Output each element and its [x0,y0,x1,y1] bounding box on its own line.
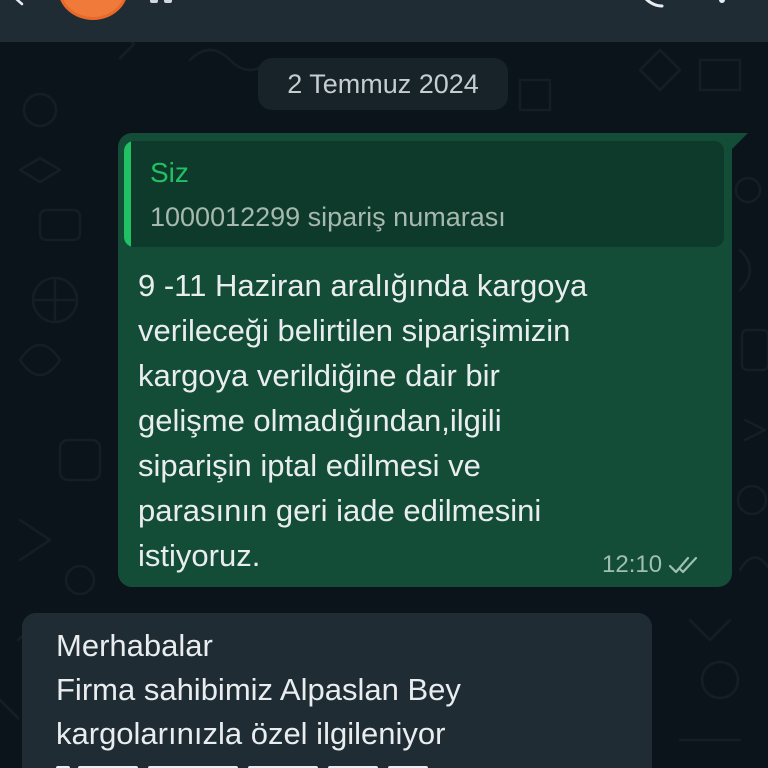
bubble-tail [728,133,748,153]
message-line: parasının geri iade edilmesini [138,493,542,528]
message-line: gelişme olmadığından,ilgili [138,403,502,438]
message-line: siparişin iptal edilmesi ve [138,448,481,483]
avatar[interactable] [58,0,128,20]
quote-author: Siz [150,157,189,188]
more-vert-icon[interactable] [712,0,732,8]
message-line: verileceği belirtilen siparişimizin [138,313,571,348]
arrow-left-icon[interactable] [8,0,30,8]
date-chip: 2 Temmuz 2024 [258,58,508,110]
quote-text: 1000012299 sipariş numarası [150,202,506,232]
contact-name-fragment[interactable] [150,0,180,4]
clipped-text-line [56,766,428,768]
message-meta: 12:10 [602,550,702,580]
message-line: kargoya verildiğine dair bir [138,358,500,393]
message-line: Merhabalar [56,628,213,663]
quoted-message[interactable]: Siz 1000012299 sipariş numarası [124,141,724,247]
outgoing-message-text: 9 -11 Haziran aralığında kargoya verilec… [138,263,698,578]
message-line: kargolarınızla özel ilgileniyor [56,716,446,751]
message-line: 9 -11 Haziran aralığında kargoya [138,268,588,303]
double-check-icon [668,556,698,574]
message-time: 12:10 [602,551,663,578]
message-line: Firma sahibimiz Alpaslan Bey [56,672,461,707]
phone-icon[interactable] [636,0,666,10]
chat-screen: 2 Temmuz 2024 Siz 1000012299 sipariş num… [0,0,768,768]
incoming-message-text: Merhabalar Firma sahibimiz Alpaslan Bey … [56,624,646,756]
quote-accent-bar [124,141,131,247]
chat-header [0,0,768,42]
